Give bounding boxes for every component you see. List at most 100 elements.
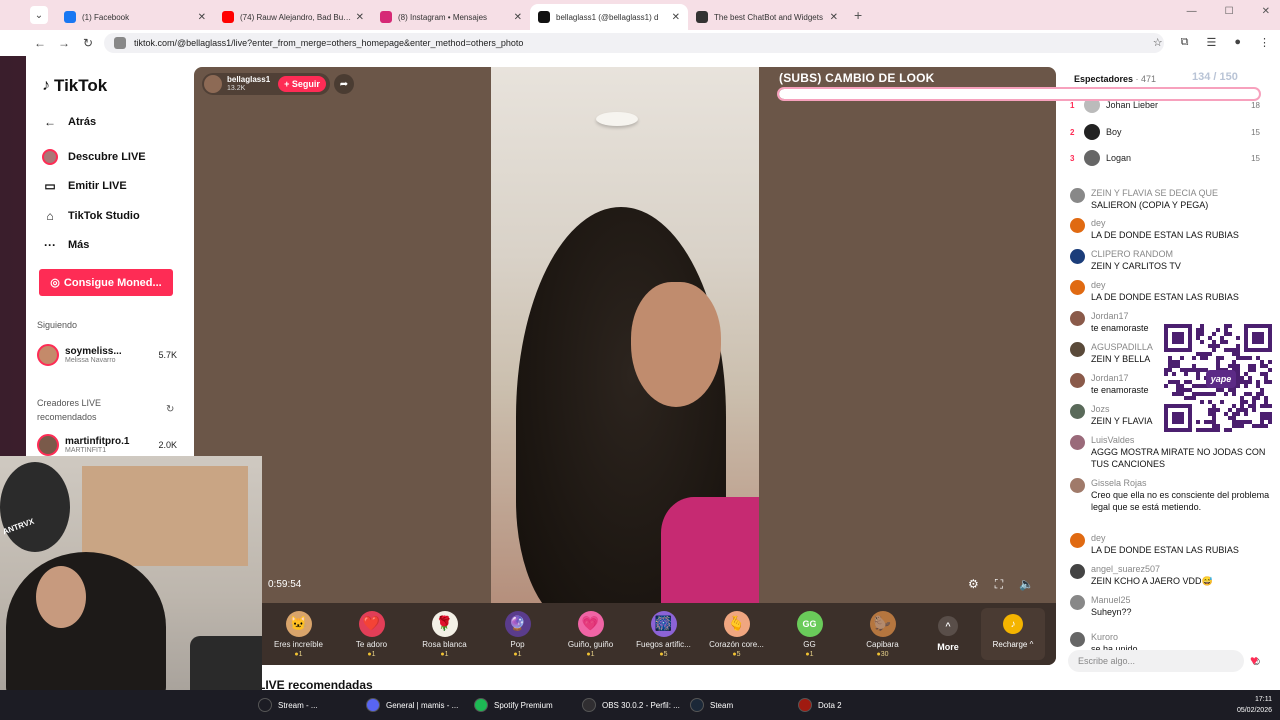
volume-icon[interactable]: 🔈 xyxy=(1019,577,1034,592)
taskbar-app[interactable]: Spotify Premium xyxy=(466,690,574,720)
close-tab-icon[interactable]: ✕ xyxy=(514,12,522,23)
menu-kebab-icon[interactable]: ⋮ xyxy=(1259,36,1270,49)
viewer-rank-row[interactable]: 2 Boy 15 xyxy=(1070,124,1260,140)
chat-username[interactable]: dey xyxy=(1091,279,1239,291)
gift-cost: ●1 xyxy=(440,650,449,658)
qr-module xyxy=(1216,428,1220,432)
viewer-rank-row[interactable]: 3 Logan 15 xyxy=(1070,150,1260,166)
get-coins-button[interactable]: ◎ Consigue Moned... xyxy=(39,269,173,296)
extensions-icon[interactable]: ⧉ xyxy=(1181,36,1189,49)
like-heart-icon[interactable]: ♥ xyxy=(1250,652,1258,668)
back-arrow-icon[interactable]: ← xyxy=(28,36,52,50)
chat-message: Gissela Rojas Creo que ella no es conscie… xyxy=(1070,477,1270,513)
taskbar-app-label: Spotify Premium xyxy=(494,700,553,710)
sidebar-item-mas[interactable]: ··· Más xyxy=(42,237,89,253)
qr-module xyxy=(1264,376,1268,380)
browser-tab[interactable]: (74) Rauw Alejandro, Bad Bunn ✕ xyxy=(214,4,372,30)
chat-username[interactable]: dey xyxy=(1091,217,1239,229)
gift-item[interactable]: 🌹 Rosa blanca ●1 xyxy=(408,610,481,658)
qr-module xyxy=(1232,364,1236,368)
qr-finder-pattern xyxy=(1252,332,1264,344)
recharge-button[interactable]: ♪ Recharge ^ xyxy=(981,608,1045,660)
taskbar-app[interactable]: Steam xyxy=(682,690,790,720)
gift-name: Eres increíble xyxy=(274,639,323,649)
gift-item[interactable]: 🫰 Corazón core... ●5 xyxy=(700,610,773,658)
chat-username[interactable]: Manuel25 xyxy=(1091,594,1132,606)
close-tab-icon[interactable]: ✕ xyxy=(356,12,364,23)
close-icon[interactable]: ✕ xyxy=(1262,6,1270,17)
browser-tab[interactable]: The best ChatBot and Widgets ✕ xyxy=(688,4,846,30)
chat-username[interactable]: AGUSPADILLA xyxy=(1091,341,1169,353)
chat-text: ZEIN KCHO A JAERO VDD😅 xyxy=(1091,576,1213,586)
chat-input[interactable]: Escribe algo... xyxy=(1068,650,1244,672)
avatar xyxy=(1084,150,1100,166)
chat-username[interactable]: Jozs xyxy=(1091,403,1169,415)
tiktok-logo[interactable]: ♪ TikTok xyxy=(42,76,107,96)
qr-module xyxy=(1208,336,1212,340)
gift-item[interactable]: ❤️ Te adoro ●1 xyxy=(335,610,408,658)
qr-module xyxy=(1184,380,1188,384)
qr-module xyxy=(1232,352,1236,356)
browser-tab[interactable]: bellaglass1 (@bellaglass1) d ✕ xyxy=(530,4,688,30)
sidebar-item-descubre-live[interactable]: Descubre LIVE xyxy=(42,149,146,165)
qr-module xyxy=(1212,412,1216,416)
share-icon[interactable]: ➦ xyxy=(334,74,354,94)
gift-item[interactable]: GG GG ●1 xyxy=(773,610,846,658)
live-video[interactable] xyxy=(491,67,759,603)
follow-button[interactable]: + Seguir xyxy=(278,76,326,92)
qr-finder-pattern xyxy=(1172,412,1184,424)
new-tab-button[interactable]: + xyxy=(854,7,862,23)
browser-tab[interactable]: (8) Instagram • Mensajes ✕ xyxy=(372,4,530,30)
settings-icon[interactable]: ⚙ xyxy=(968,577,979,592)
gift-item[interactable]: 🔮 Pop ●1 xyxy=(481,610,554,658)
forward-arrow-icon[interactable]: → xyxy=(52,36,76,50)
refresh-icon[interactable]: ↻ xyxy=(166,404,174,415)
taskbar-app[interactable]: Dota 2 xyxy=(790,690,898,720)
creator-item[interactable]: martinfitpro.1 MARTINFIT1 2.0K xyxy=(37,434,177,456)
gift-item[interactable]: 💗 Guiño, guiño ●1 xyxy=(554,610,627,658)
qr-module xyxy=(1248,392,1252,396)
maximize-icon[interactable]: ☐ xyxy=(1225,6,1234,17)
browser-tab[interactable]: (1) Facebook ✕ xyxy=(56,4,214,30)
chat-username[interactable]: Kuroro xyxy=(1091,631,1138,643)
site-info-icon[interactable] xyxy=(114,37,126,49)
sidebar-item-tiktok-studio[interactable]: ⌂ TikTok Studio xyxy=(42,208,139,224)
qr-module xyxy=(1248,376,1252,380)
minimize-icon[interactable]: — xyxy=(1187,6,1197,17)
qr-module xyxy=(1260,424,1264,428)
close-tab-icon[interactable]: ✕ xyxy=(672,12,680,23)
chat-username[interactable]: CLIPERO RANDOM xyxy=(1091,248,1181,260)
chat-username[interactable]: ZEIN Y FLAVIA SE DECIA QUE xyxy=(1091,187,1218,199)
taskbar-app[interactable]: Stream - ... xyxy=(250,690,358,720)
gift-item[interactable]: 🐱 Eres increíble ●1 xyxy=(262,610,335,658)
address-field[interactable]: tiktok.com/@bellaglass1/live?enter_from_… xyxy=(104,33,1164,53)
close-tab-icon[interactable]: ✕ xyxy=(830,12,838,23)
following-item[interactable]: soymeliss... Melissa Navarro 5.7K xyxy=(37,344,177,366)
avatar xyxy=(1084,124,1100,140)
qr-module xyxy=(1232,412,1236,416)
qr-module xyxy=(1240,376,1244,380)
chat-username[interactable]: Jordan17 xyxy=(1091,372,1169,384)
tab-search-icon[interactable]: ⌄ xyxy=(30,6,48,24)
chat-username[interactable]: dey xyxy=(1091,532,1239,544)
close-tab-icon[interactable]: ✕ xyxy=(198,12,206,23)
host-badge[interactable]: bellaglass1 13.2K + Seguir xyxy=(202,73,330,95)
more-gifts-button[interactable]: ^ More xyxy=(919,616,977,652)
bookmark-star-icon[interactable]: ☆ xyxy=(1153,36,1163,49)
fullscreen-icon[interactable]: ⛶ xyxy=(995,577,1003,592)
reading-list-icon[interactable]: ☰ xyxy=(1206,36,1216,49)
reload-icon[interactable]: ↻ xyxy=(76,36,100,50)
back-link[interactable]: ← Atrás xyxy=(42,114,96,130)
chat-username[interactable]: Jordan17 xyxy=(1091,310,1169,322)
taskbar-app[interactable]: General | mamis - ... xyxy=(358,690,466,720)
qr-module xyxy=(1240,356,1244,360)
gift-item[interactable]: 🦫 Capibara ●30 xyxy=(846,610,919,658)
chat-username[interactable]: angel_suarez507 xyxy=(1091,563,1213,575)
profile-icon[interactable]: ● xyxy=(1234,36,1241,49)
chat-username[interactable]: Gissela Rojas xyxy=(1091,477,1270,489)
taskbar-app[interactable]: OBS 30.0.2 - Perfil: ... xyxy=(574,690,682,720)
gift-item[interactable]: 🎆 Fuegos artific... ●5 xyxy=(627,610,700,658)
sidebar-item-emitir-live[interactable]: ▭ Emitir LIVE xyxy=(42,178,126,194)
gaming-chair xyxy=(190,636,262,690)
viewer-score: 15 xyxy=(1251,127,1260,137)
